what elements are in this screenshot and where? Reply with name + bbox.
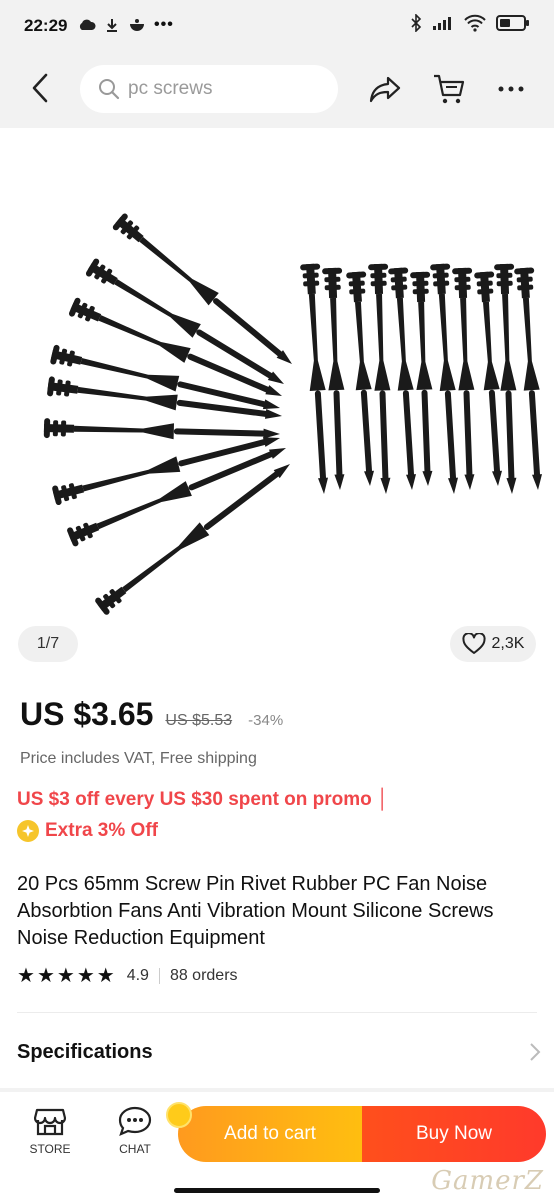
rating-value: 4.9 — [126, 967, 149, 984]
specifications-row[interactable]: Specifications — [17, 1030, 541, 1074]
status-bar: 22:29 ••• — [0, 0, 554, 52]
cart-button[interactable] — [430, 70, 468, 108]
screw-shape — [452, 267, 475, 490]
search-input[interactable] — [128, 78, 318, 100]
status-time: 22:29 — [24, 16, 68, 35]
rating-divider — [158, 968, 160, 984]
top-nav — [0, 52, 554, 128]
chat-button[interactable]: CHAT — [105, 1106, 165, 1156]
product-image[interactable] — [0, 128, 554, 682]
wishlist-button[interactable]: 2,3K — [450, 626, 536, 662]
cart-icon — [434, 74, 465, 104]
more-notifications-icon: ••• — [154, 16, 174, 33]
product-title: 20 Pcs 65mm Screw Pin Rivet Rubber PC Fa… — [17, 873, 494, 949]
specifications-label: Specifications — [17, 1040, 153, 1063]
signal-icon — [433, 17, 451, 30]
download-icon — [107, 19, 117, 32]
screw-shape — [68, 297, 282, 396]
more-icon — [498, 86, 524, 92]
image-counter: 1/7 — [18, 626, 78, 662]
battery-icon — [496, 15, 529, 31]
coin-badge-icon — [166, 1102, 192, 1128]
screw-shape — [112, 213, 292, 364]
star-icon: ★ — [96, 965, 115, 987]
status-left-icons: ••• — [78, 16, 174, 34]
back-button[interactable] — [22, 70, 58, 106]
original-price: US $5.53 — [165, 712, 233, 729]
share-button[interactable] — [366, 70, 404, 108]
app-notification-icon — [130, 19, 144, 31]
promo-line[interactable]: US $3 off every US $30 spent on promo │ — [17, 789, 389, 811]
heart-icon — [462, 633, 486, 654]
star-icon: ★ — [17, 965, 35, 987]
store-button[interactable]: STORE — [20, 1106, 80, 1156]
more-button[interactable] — [492, 70, 530, 108]
chevron-right-icon — [530, 1043, 541, 1061]
share-icon — [369, 76, 401, 103]
orders-count: 88 orders — [169, 967, 238, 984]
cloud-icon — [79, 19, 96, 30]
status-right-icons — [410, 14, 530, 32]
screw-shape — [388, 267, 417, 490]
home-indicator[interactable] — [174, 1188, 380, 1193]
star-icon: ★ — [56, 965, 75, 987]
coin-icon — [17, 820, 39, 842]
discount-badge: -34% — [248, 712, 284, 729]
buy-now-button[interactable]: Buy Now — [362, 1106, 546, 1162]
screw-shape — [300, 263, 329, 495]
divider — [17, 1012, 537, 1013]
bluetooth-icon — [411, 14, 422, 32]
store-label: STORE — [29, 1142, 71, 1156]
search-box[interactable] — [80, 65, 338, 113]
product-photo-screws — [43, 213, 543, 615]
current-price: US $3.65 — [20, 696, 154, 732]
chat-label: CHAT — [119, 1142, 151, 1156]
watermark: GamerZ — [431, 1166, 544, 1196]
extra-discount[interactable]: Extra 3% Off — [17, 820, 158, 842]
price-row: US $3.65 US $5.53 -34% — [20, 696, 283, 733]
search-icon — [99, 79, 120, 100]
star-icon: ★ — [36, 965, 55, 987]
wifi-icon — [464, 14, 486, 32]
screw-shape — [368, 263, 391, 494]
rating-row[interactable]: ★ ★ ★ ★ ★ 4.9 88 orders — [17, 966, 238, 986]
add-to-cart-button[interactable]: Add to cart — [178, 1106, 362, 1162]
screw-shape — [322, 267, 345, 490]
chat-icon — [118, 1106, 152, 1136]
screw-shape — [430, 263, 459, 495]
screw-shape — [43, 418, 280, 440]
star-icon: ★ — [76, 965, 95, 987]
extra-discount-label: Extra 3% Off — [45, 820, 158, 841]
screw-shape — [514, 267, 543, 490]
screw-shape — [346, 271, 375, 486]
back-icon — [32, 73, 48, 103]
vat-note: Price includes VAT, Free shipping — [20, 750, 257, 767]
wishlist-count: 2,3K — [491, 635, 525, 652]
store-icon — [34, 1108, 66, 1136]
screw-shape — [410, 271, 433, 486]
